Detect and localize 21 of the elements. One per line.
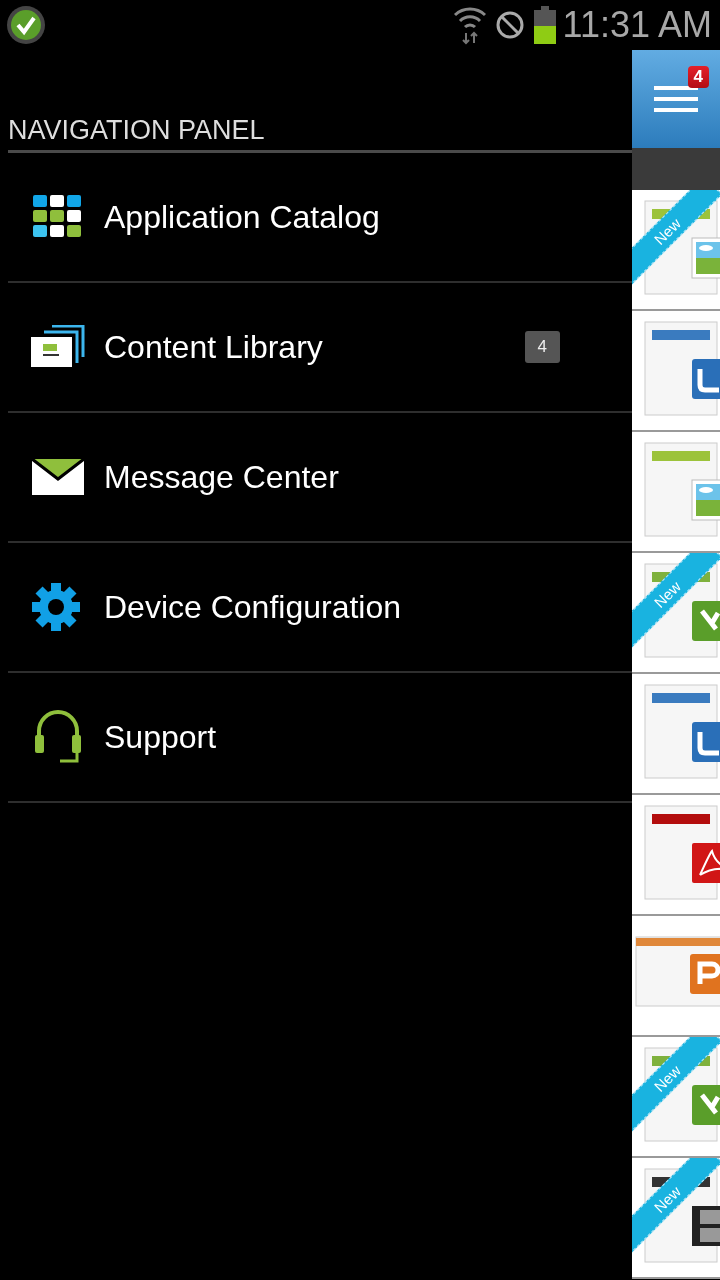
nav-item[interactable]: Message Center — [8, 413, 632, 543]
content-tile[interactable] — [632, 674, 720, 795]
stacked-cards-icon — [30, 325, 86, 369]
notification-badge: 4 — [687, 66, 709, 88]
content-tile[interactable] — [632, 311, 720, 432]
content-tile[interactable] — [632, 916, 720, 1037]
count-badge: 4 — [524, 331, 560, 363]
menu-icon — [654, 86, 698, 112]
blocked-icon — [494, 10, 525, 40]
panel-title: NAVIGATION PANEL — [8, 115, 265, 146]
menu-button[interactable]: 4 — [632, 50, 720, 148]
content-tile[interactable] — [632, 432, 720, 553]
content-tile[interactable] — [632, 795, 720, 916]
nav-item[interactable]: Device Configuration — [8, 543, 632, 673]
status-time: 11:31 AM — [562, 4, 712, 46]
check-icon — [6, 5, 46, 45]
nav-item[interactable]: Content Library 4 — [8, 283, 632, 413]
nav-item[interactable]: Application Catalog — [8, 153, 632, 283]
envelope-icon — [30, 457, 86, 497]
wifi-icon — [452, 5, 487, 45]
battery-icon — [532, 6, 557, 44]
